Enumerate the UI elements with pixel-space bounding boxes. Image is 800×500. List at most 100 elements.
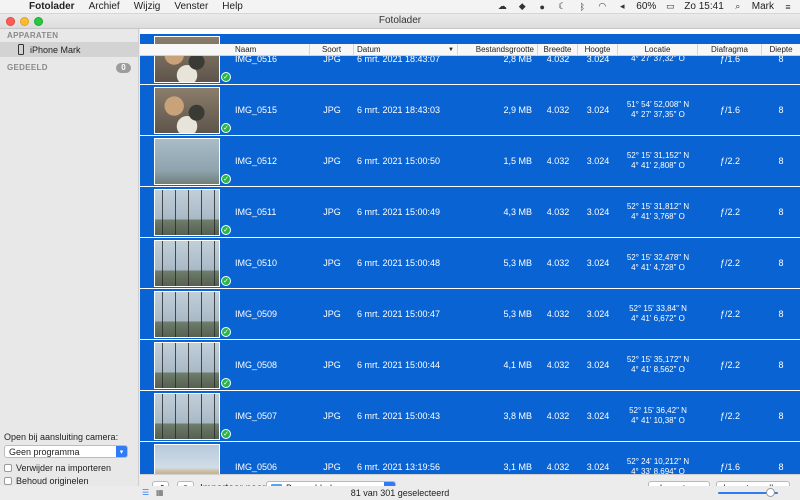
cell-name: IMG_0506 (235, 462, 278, 472)
battery-icon[interactable]: ▭ (664, 1, 676, 12)
cell-name: IMG_0508 (235, 360, 278, 370)
cell-name: IMG_0516 (235, 54, 278, 64)
cell-name: IMG_0512 (235, 156, 278, 166)
col-header-date[interactable]: Datum ▼ (354, 44, 458, 56)
title-bar: Fotolader (0, 14, 800, 29)
table-row[interactable]: ✓ IMG_0516 JPG 6 mrt. 2021 18:43:07 2,8 MB 4.… (140, 34, 800, 84)
location-longitude: 4° 41' 2,808" O (631, 161, 685, 170)
devices-header: APPARATEN (7, 31, 59, 40)
location-latitude: 52° 15' 33,84" N (629, 304, 687, 313)
cell-aperture: ƒ/2.2 (719, 411, 741, 421)
slider-knob[interactable] (766, 488, 775, 497)
location-latitude: 52° 24' 10,212" N (626, 457, 690, 466)
shared-header: GEDEELD 0 (0, 61, 138, 74)
keep-originals-option[interactable]: Behoud originelen (4, 476, 134, 486)
cell-date: 6 mrt. 2021 15:00:47 (357, 309, 441, 319)
sidebar-item-iphone[interactable]: iPhone Mark (0, 42, 138, 57)
photo-thumbnail[interactable] (154, 240, 220, 287)
open-on-connect-label: Open bij aansluiting camera: (4, 432, 119, 442)
table-row[interactable]: ✓ IMG_0509 JPG 6 mrt. 2021 15:00:47 5,3 MB 4.… (140, 289, 800, 339)
checkmark-icon: ✓ (221, 378, 231, 388)
location-latitude: 51° 54' 52,008" N (626, 100, 690, 109)
menu-archief[interactable]: Archief (82, 1, 127, 12)
cell-date: 6 mrt. 2021 15:00:43 (357, 411, 441, 421)
checkmark-icon: ✓ (221, 276, 231, 286)
location-latitude: 52° 15' 36,42" N (629, 406, 687, 415)
battery-percent[interactable]: 60% (636, 1, 656, 12)
cell-date: 6 mrt. 2021 18:43:07 (357, 54, 441, 64)
col-header-name[interactable]: Naam (232, 44, 310, 56)
col-header-kind[interactable]: Soort (310, 44, 354, 56)
dropbox-icon[interactable]: ◆ (516, 1, 528, 12)
photo-thumbnail[interactable] (154, 138, 220, 185)
cell-date: 6 mrt. 2021 13:19:56 (357, 462, 441, 472)
open-on-connect-select[interactable]: Geen programma ▾ (4, 445, 128, 458)
cloud-icon[interactable]: ☁ (496, 1, 508, 12)
menu-help[interactable]: Help (215, 1, 250, 12)
cell-height: 3.024 (586, 360, 610, 370)
checkmark-icon: ✓ (221, 327, 231, 337)
cell-kind: JPG (323, 54, 341, 64)
bluetooth-icon[interactable]: ᛒ (576, 2, 588, 12)
menu-venster[interactable]: Venster (167, 1, 215, 12)
cell-date: 6 mrt. 2021 15:00:50 (357, 156, 441, 166)
table-row[interactable]: ✓ IMG_0511 JPG 6 mrt. 2021 15:00:49 4,3 MB 4.… (140, 187, 800, 237)
table-row[interactable]: ✓ IMG_0508 JPG 6 mrt. 2021 15:00:44 4,1 MB 4.… (140, 340, 800, 390)
delete-after-import-checkbox[interactable] (4, 464, 12, 472)
photo-thumbnail[interactable] (154, 393, 220, 440)
col-header-aperture[interactable]: Diafragma (698, 44, 762, 56)
cell-depth: 8 (778, 54, 784, 64)
table-row[interactable]: ✓ IMG_0512 JPG 6 mrt. 2021 15:00:50 1,5 MB 4.… (140, 136, 800, 186)
cell-aperture: ƒ/2.2 (719, 156, 741, 166)
user-name[interactable]: Mark (752, 1, 774, 12)
wifi-icon[interactable]: ◠ (596, 1, 608, 12)
moon-icon[interactable]: ☾ (556, 1, 568, 12)
cell-width: 4.032 (546, 360, 570, 370)
table-row[interactable]: ✓ IMG_0515 JPG 6 mrt. 2021 18:43:03 2,9 MB 4.… (140, 85, 800, 135)
photo-thumbnail[interactable] (154, 87, 220, 134)
location-latitude: 52° 15' 31,152" N (626, 151, 690, 160)
cell-location: 52° 24' 10,212" N 4° 33' 8,694" O (618, 442, 698, 474)
thumbnail-size-slider[interactable] (718, 488, 778, 497)
spotlight-search-icon[interactable]: ⌕ (732, 1, 744, 12)
cell-location: 51° 54' 52,008" N 4° 27' 37,35" O (618, 85, 698, 135)
cell-size: 4,1 MB (503, 360, 532, 370)
cell-size: 2,9 MB (503, 105, 532, 115)
cell-width: 4.032 (546, 462, 570, 472)
photo-thumbnail[interactable] (154, 291, 220, 338)
cell-depth: 8 (778, 309, 784, 319)
cell-depth: 8 (778, 207, 784, 217)
col-header-depth[interactable]: Diepte (762, 44, 800, 56)
cell-width: 4.032 (546, 54, 570, 64)
cell-height: 3.024 (586, 207, 610, 217)
cell-height: 3.024 (586, 258, 610, 268)
col-header-height[interactable]: Hoogte (578, 44, 618, 56)
col-header-size[interactable]: Bestandsgrootte (458, 44, 538, 56)
table-row[interactable]: ✓IMG_0506JPG6 mrt. 2021 13:19:563,1 MB4.… (140, 442, 800, 474)
cell-height: 3.024 (586, 54, 610, 64)
table-row[interactable]: ✓ IMG_0510 JPG 6 mrt. 2021 15:00:48 5,3 MB 4.… (140, 238, 800, 288)
photo-thumbnail[interactable] (154, 444, 220, 474)
cell-name: IMG_0511 (235, 207, 277, 217)
menu-app-name[interactable]: Fotolader (22, 1, 82, 12)
photo-thumbnail[interactable] (154, 189, 220, 236)
delete-after-import-option[interactable]: Verwijder na importeren (4, 463, 134, 473)
table-row[interactable]: ✓ IMG_0507 JPG 6 mrt. 2021 15:00:43 3,8 MB 4.… (140, 391, 800, 441)
cell-aperture: ƒ/2.2 (719, 360, 741, 370)
photo-thumbnail[interactable] (154, 342, 220, 389)
menu-bar: Fotolader Archief Wijzig Venster Help ☁ … (0, 0, 800, 14)
keep-originals-checkbox[interactable] (4, 477, 12, 485)
cell-aperture: ƒ/2.2 (719, 309, 741, 319)
volume-icon[interactable]: ◂ (616, 1, 628, 12)
col-header-width[interactable]: Breedte (538, 44, 578, 56)
cell-size: 3,8 MB (503, 411, 532, 421)
cell-kind: JPG (323, 360, 341, 370)
control-center-icon[interactable]: ≡ (782, 2, 794, 12)
clock[interactable]: Zo 15:41 (684, 1, 723, 12)
app-window: Fotolader APPARATEN iPhone Mark GEDEELD … (0, 14, 800, 500)
col-header-location[interactable]: Locatie (618, 44, 698, 56)
photo-table[interactable]: Naam Soort Datum ▼ Bestandsgrootte Breedt… (140, 29, 800, 474)
malwarebytes-icon[interactable]: ● (536, 2, 548, 12)
menu-wijzig[interactable]: Wijzig (127, 1, 168, 12)
checkmark-icon: ✓ (221, 429, 231, 439)
